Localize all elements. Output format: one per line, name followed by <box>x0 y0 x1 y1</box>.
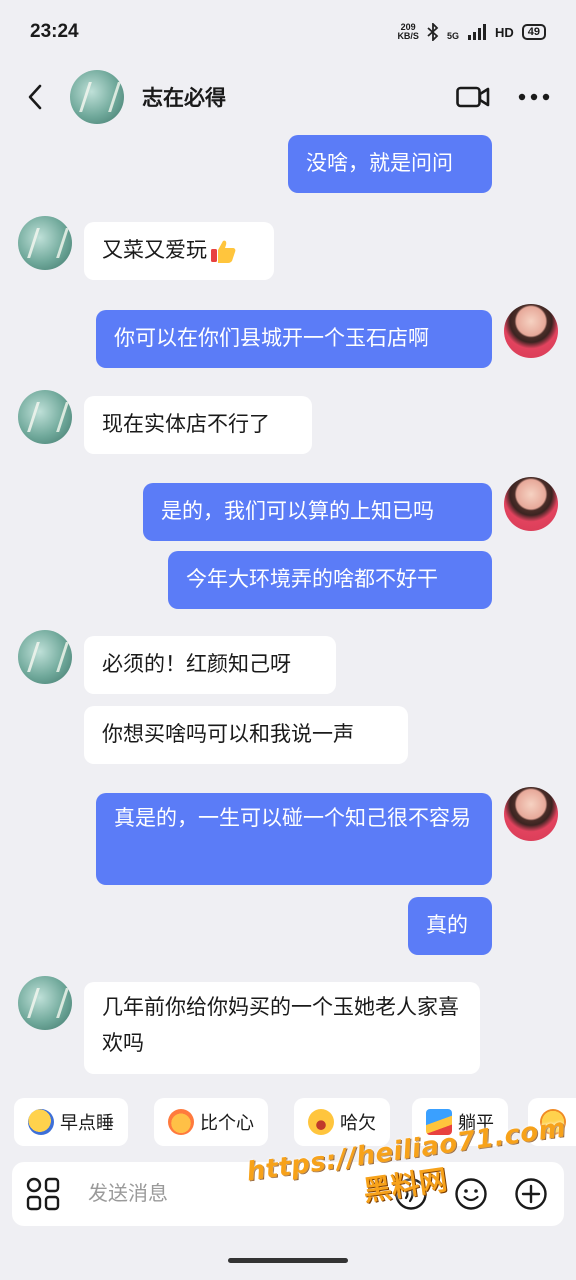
contact-avatar[interactable] <box>70 70 124 124</box>
message-text: 必须的！红颜知己呀 <box>102 653 291 676</box>
sleep-emoji-icon <box>28 1109 54 1135</box>
message-text: 你想买啥吗可以和我说一声 <box>102 723 354 746</box>
network-speed-unit: KB/S <box>397 31 419 41</box>
message-bubble-incoming[interactable]: 现在实体店不行了 <box>84 396 312 454</box>
message-bubble-outgoing[interactable]: 没啥，就是问问 <box>288 135 492 193</box>
self-avatar[interactable] <box>504 477 558 531</box>
message-row: 又菜又爱玩 <box>0 216 576 280</box>
chevron-left-icon <box>28 84 42 110</box>
quick-reply-chip[interactable]: 比个心 <box>154 1098 268 1146</box>
message-bubble-incoming[interactable]: 又菜又爱玩 <box>84 222 274 280</box>
heart-gesture-emoji-icon <box>168 1109 194 1135</box>
message-row: 几年前你给你妈买的一个玉她老人家喜欢吗 <box>0 976 576 1076</box>
quick-reply-chip[interactable]: 早点睡 <box>14 1098 128 1146</box>
message-bubble-outgoing[interactable]: 是的，我们可以算的上知已吗 <box>143 483 492 541</box>
message-row: 现在实体店不行了 <box>0 390 576 454</box>
thumbs-up-emoji-icon <box>211 240 236 263</box>
network-speed: 209 KB/S <box>397 23 419 41</box>
message-list[interactable]: 没啥，就是问问 又菜又爱玩 你可以在你们县城开一个玉石店啊 现在实体店不行了 是… <box>0 130 576 1090</box>
message-text: 现在实体店不行了 <box>102 413 270 436</box>
message-text: 你可以在你们县城开一个玉石店啊 <box>114 327 429 350</box>
contact-name[interactable]: 志在必得 <box>142 82 226 112</box>
message-text: 又菜又爱玩 <box>102 239 207 262</box>
message-text: 今年大环境弄的啥都不好干 <box>186 568 438 591</box>
message-bubble-outgoing[interactable]: 真的 <box>408 897 492 955</box>
home-indicator[interactable] <box>228 1258 348 1263</box>
self-avatar[interactable] <box>504 787 558 841</box>
friend-avatar[interactable] <box>18 216 72 270</box>
bluetooth-icon <box>427 23 439 41</box>
message-bubble-incoming[interactable]: 必须的！红颜知己呀 <box>84 636 336 694</box>
header-actions <box>456 85 576 109</box>
self-avatar[interactable] <box>504 304 558 358</box>
message-text: 真的 <box>426 914 468 937</box>
hd-indicator: HD <box>494 24 514 40</box>
message-row: 是的，我们可以算的上知已吗 今年大环境弄的啥都不好干 <box>0 475 576 609</box>
friend-avatar[interactable] <box>18 630 72 684</box>
battery-level: 49 <box>527 26 540 38</box>
message-text: 是的，我们可以算的上知已吗 <box>161 500 434 523</box>
message-text: 没啥，就是问问 <box>306 152 453 175</box>
message-text: 真是的，一生可以碰一个知己很不容易 <box>114 807 471 830</box>
message-text: 几年前你给你妈买的一个玉她老人家喜欢吗 <box>102 996 459 1055</box>
message-bubble-outgoing[interactable]: 今年大环境弄的啥都不好干 <box>168 551 492 609</box>
message-bubble-incoming[interactable]: 你想买啥吗可以和我说一声 <box>84 706 408 764</box>
message-bubble-incoming[interactable]: 几年前你给你妈买的一个玉她老人家喜欢吗 <box>84 982 480 1074</box>
back-button[interactable] <box>0 64 70 130</box>
message-row: 你可以在你们县城开一个玉石店啊 <box>0 302 576 368</box>
message-bubble-outgoing[interactable]: 你可以在你们县城开一个玉石店啊 <box>96 310 492 368</box>
battery-icon: 49 <box>521 24 546 40</box>
more-options-icon[interactable] <box>518 93 550 101</box>
friend-avatar[interactable] <box>18 390 72 444</box>
message-row: 必须的！红颜知己呀 你想买啥吗可以和我说一声 <box>0 630 576 764</box>
video-call-icon[interactable] <box>456 85 490 109</box>
apps-grid-icon <box>26 1177 60 1211</box>
apps-button[interactable] <box>12 1162 74 1226</box>
friend-avatar[interactable] <box>18 976 72 1030</box>
message-row: 真是的，一生可以碰一个知己很不容易 真的 <box>0 785 576 955</box>
status-icons: 209 KB/S 5G HD 49 <box>397 23 546 41</box>
network-type: 5G <box>446 31 459 41</box>
status-bar: 23:24 209 KB/S 5G HD 49 <box>0 0 576 64</box>
quick-reply-label: 哈欠 <box>340 1113 376 1133</box>
chat-header: 志在必得 <box>0 64 576 130</box>
signal-icon <box>467 24 486 40</box>
quick-reply-label: 早点睡 <box>60 1113 114 1133</box>
yawn-emoji-icon <box>308 1109 334 1135</box>
quick-reply-label: 比个心 <box>200 1113 254 1133</box>
status-time: 23:24 <box>30 21 79 42</box>
message-bubble-outgoing[interactable]: 真是的，一生可以碰一个知己很不容易 <box>96 793 492 885</box>
message-row: 没啥，就是问问 <box>0 135 576 193</box>
